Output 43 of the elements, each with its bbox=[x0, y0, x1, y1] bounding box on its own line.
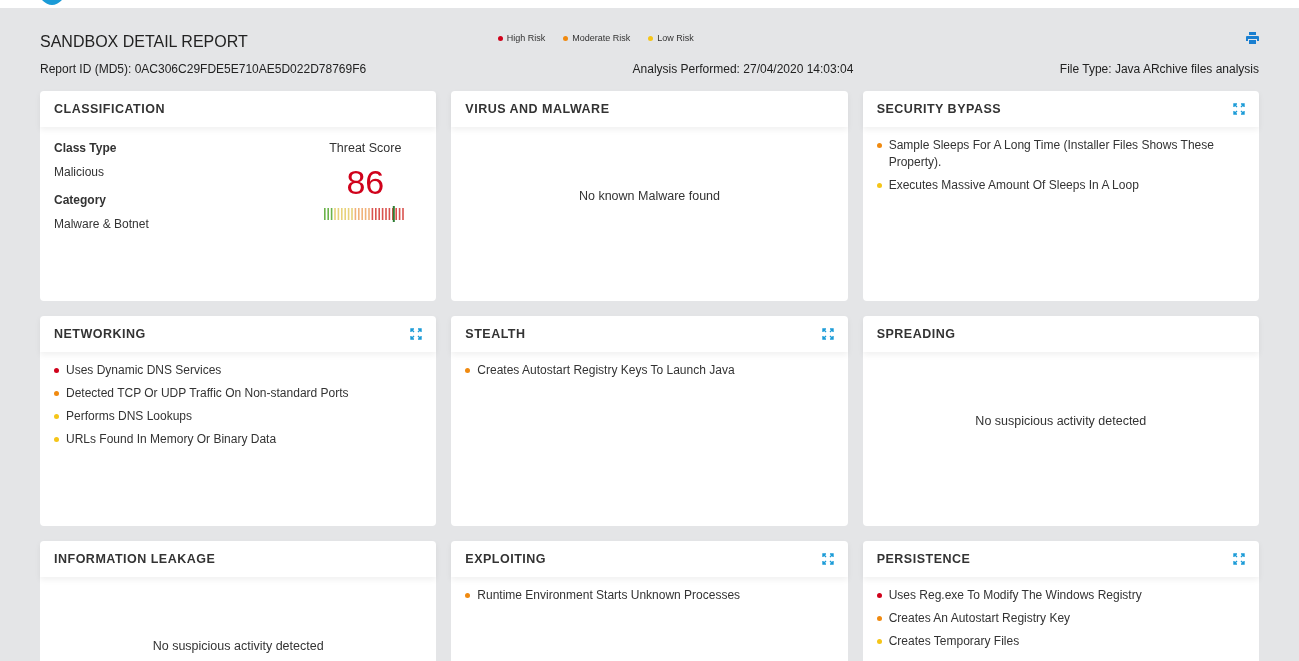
card-title: NETWORKING bbox=[54, 325, 146, 343]
finding-text: Creates Autostart Registry Keys To Launch Java bbox=[477, 362, 735, 379]
finding-text: Runtime Environment Starts Unknown Processes bbox=[477, 587, 741, 604]
card-title: STEALTH bbox=[465, 325, 526, 343]
card-title: CLASSIFICATION bbox=[54, 100, 165, 118]
card-title: INFORMATION LEAKAGE bbox=[54, 550, 216, 568]
logo-icon bbox=[40, 0, 64, 6]
expand-icon[interactable] bbox=[410, 328, 423, 340]
empty-message: No suspicious activity detected bbox=[152, 637, 324, 655]
card-title: SPREADING bbox=[876, 325, 956, 343]
finding-text: URLs Found In Memory Or Binary Data bbox=[66, 431, 277, 448]
legend-label: Moderate Risk bbox=[572, 32, 631, 45]
legend-label: High Risk bbox=[506, 32, 546, 45]
card-title: VIRUS AND MALWARE bbox=[465, 100, 610, 118]
card-title: PERSISTENCE bbox=[876, 550, 971, 568]
finding-text: Performs DNS Lookups bbox=[66, 408, 193, 425]
expand-icon[interactable] bbox=[821, 328, 834, 340]
field-label: Class Type bbox=[54, 140, 118, 157]
field-value: Malicious bbox=[54, 164, 105, 181]
expand-icon[interactable] bbox=[821, 553, 834, 565]
report-id: Report ID (MD5): 0AC306C29FDE5E710AE5D022D78769F6 bbox=[40, 61, 367, 78]
finding-text: Detected TCP Or UDP Traffic On Non-standard Ports bbox=[66, 385, 349, 402]
finding-text: Creates Temporary Files bbox=[888, 633, 1020, 650]
finding-text: Sample Sleeps For A Long Time (Installer Files Shows These Property). bbox=[888, 137, 1215, 171]
print-icon[interactable] bbox=[1246, 32, 1259, 44]
expand-icon[interactable] bbox=[1233, 553, 1245, 565]
field-label: Category bbox=[54, 192, 107, 209]
field-value: Malware & Botnet bbox=[54, 216, 149, 233]
card-title: EXPLOITING bbox=[465, 550, 547, 568]
expand-icon[interactable] bbox=[1233, 103, 1245, 115]
report-title: SANDBOX DETAIL REPORT bbox=[40, 32, 248, 52]
card-title: SECURITY BYPASS bbox=[876, 100, 1002, 118]
finding-text: Executes Massive Amount Of Sleeps In A Loop bbox=[888, 177, 1139, 194]
file-type: File Type: Java ARchive files analysis bbox=[1059, 61, 1259, 78]
analysis-date: Analysis Performed: 27/04/2020 14:03:04 bbox=[632, 61, 854, 78]
empty-message: No suspicious activity detected bbox=[975, 412, 1147, 430]
finding-text: Creates An Autostart Registry Key bbox=[888, 610, 1071, 627]
score-label: Threat Score bbox=[329, 140, 402, 157]
threat-score: 86 bbox=[346, 161, 385, 202]
finding-text: Uses Dynamic DNS Services bbox=[66, 362, 222, 379]
legend-label: Low Risk bbox=[657, 32, 694, 45]
empty-message: No known Malware found bbox=[578, 187, 720, 205]
finding-text: Uses Reg.exe To Modify The Windows Registry bbox=[888, 587, 1142, 604]
